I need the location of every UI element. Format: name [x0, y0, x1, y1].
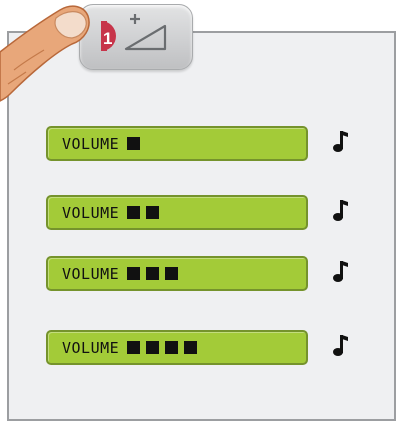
volume-option-3[interactable]: VOLUME: [46, 256, 308, 291]
music-note-icon: [333, 131, 348, 152]
volume-level-block: [127, 341, 141, 354]
volume-label: VOLUME: [62, 264, 120, 283]
volume-option-1[interactable]: VOLUME: [46, 126, 308, 161]
music-note-icon: [333, 261, 348, 282]
volume-option-2[interactable]: VOLUME: [46, 195, 308, 230]
volume-level-block: [146, 267, 160, 280]
music-note-icon: [333, 200, 348, 221]
volume-level-block: [146, 341, 160, 354]
volume-level-block: [127, 206, 141, 219]
volume-label: VOLUME: [62, 203, 120, 222]
svg-text:1: 1: [103, 29, 112, 48]
volume-level-block: [165, 341, 179, 354]
volume-level-block: [127, 267, 141, 280]
volume-option-4[interactable]: VOLUME: [46, 330, 308, 365]
volume-level-block: [184, 341, 198, 354]
volume-level-block: [146, 206, 160, 219]
volume-level-block: [127, 137, 141, 150]
volume-label: VOLUME: [62, 134, 120, 153]
number-one-badge-icon: 1: [101, 21, 116, 51]
volume-increase-ramp-icon: [124, 14, 167, 51]
volume-level-block: [165, 267, 179, 280]
music-note-icon: [333, 335, 348, 356]
finger-pointer-icon: [0, 5, 90, 102]
volume-label: VOLUME: [62, 338, 120, 357]
